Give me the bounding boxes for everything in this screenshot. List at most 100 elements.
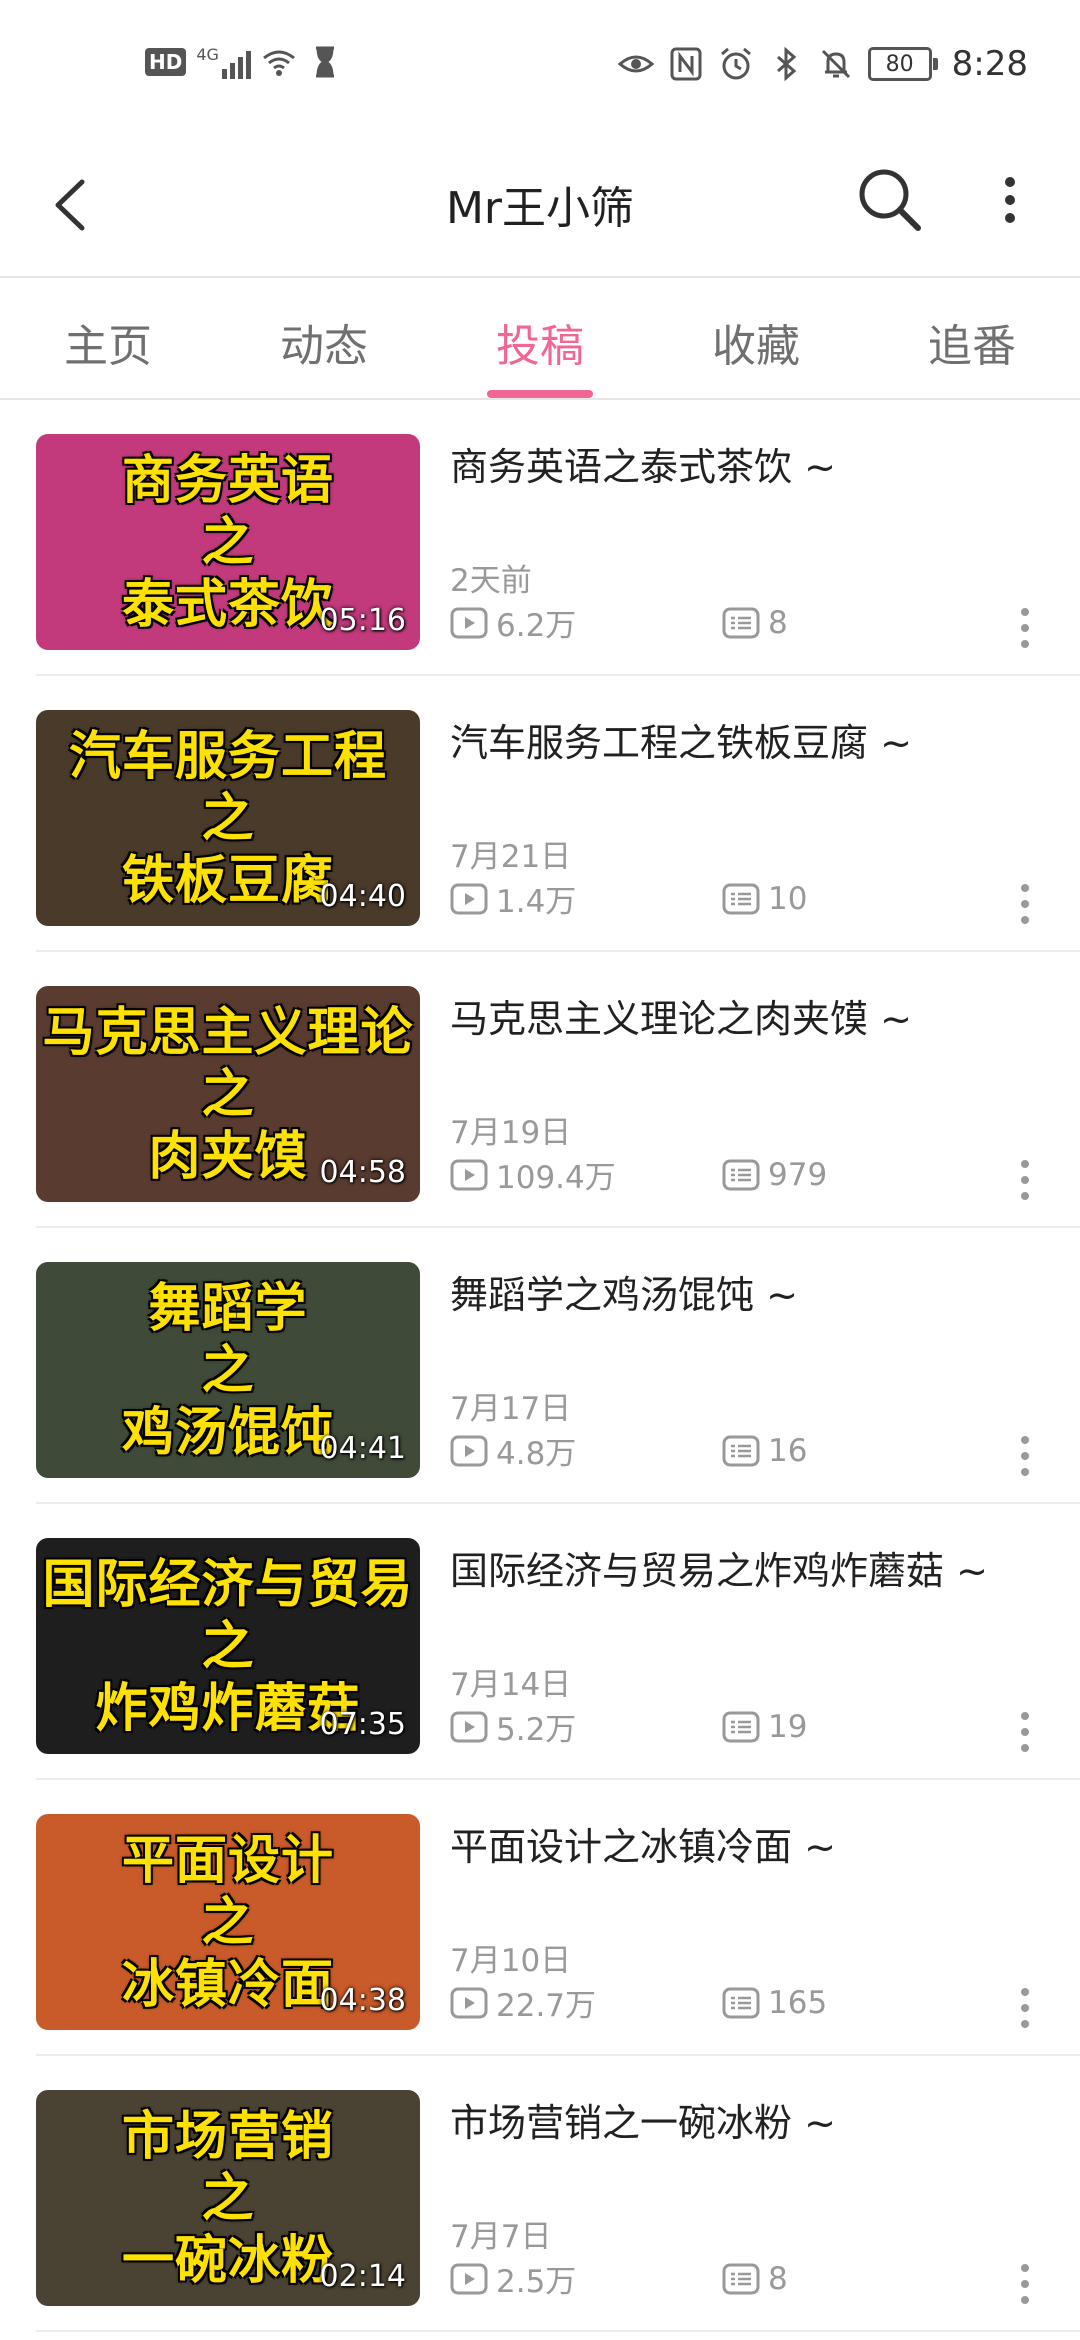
- caption-line: 之: [201, 1065, 255, 1125]
- caption-line: 之: [201, 1617, 255, 1677]
- play-count-icon: [450, 1987, 488, 2018]
- upload-date: 7月19日: [450, 1115, 572, 1151]
- video-thumbnail[interactable]: 市场营销 之 一碗冰粉 02:14: [36, 2090, 420, 2306]
- view-count: 5.2万: [496, 1712, 577, 1748]
- tab-home[interactable]: 主页: [28, 310, 188, 374]
- video-thumbnail[interactable]: 商务英语 之 泰式茶饮 05:16: [36, 434, 420, 650]
- more-options-icon[interactable]: [990, 160, 1030, 240]
- video-stats: 2.5万 8: [450, 2256, 788, 2301]
- item-more-icon[interactable]: [1010, 876, 1040, 932]
- caption-line: 市场营销: [121, 2107, 334, 2167]
- upload-date: 7月14日: [450, 1667, 572, 1703]
- app-header: Mr王小筛: [0, 130, 1080, 278]
- view-count: 6.2万: [496, 608, 577, 644]
- video-list-item[interactable]: 市场营销 之 一碗冰粉 02:14 市场营销之一碗冰粉 ~ 7月7日 2.5万 …: [0, 2056, 1080, 2332]
- comment-count-icon: [722, 1987, 760, 2018]
- caption-line: 马克思主义理论: [42, 1003, 414, 1063]
- caption-line: 商务英语: [121, 451, 334, 511]
- video-title[interactable]: 市场营销之一碗冰粉 ~: [450, 2092, 836, 2147]
- video-thumbnail[interactable]: 舞蹈学 之 鸡汤馄饨 04:41: [36, 1262, 420, 1478]
- caption-line: 国际经济与贸易: [42, 1555, 414, 1615]
- video-title[interactable]: 商务英语之泰式茶饮 ~: [450, 436, 836, 491]
- video-stats: 22.7万 165: [450, 1980, 827, 2025]
- play-count-icon: [450, 1159, 488, 1190]
- caption-line: 之: [201, 1893, 255, 1953]
- search-icon[interactable]: [850, 160, 930, 240]
- play-count-icon: [450, 883, 488, 914]
- video-list: 商务英语 之 泰式茶饮 05:16 商务英语之泰式茶饮 ~ 2天前 6.2万 8: [0, 400, 1080, 2332]
- tab-bangumi[interactable]: 追番: [892, 310, 1052, 374]
- video-stats: 5.2万 19: [450, 1704, 807, 1749]
- profile-tabs: 主页 动态 投稿 收藏 追番: [0, 278, 1080, 400]
- item-more-icon[interactable]: [1010, 1980, 1040, 2036]
- caption-line: 平面设计: [121, 1831, 334, 1891]
- video-list-item[interactable]: 平面设计 之 冰镇冷面 04:38 平面设计之冰镇冷面 ~ 7月10日 22.7…: [0, 1780, 1080, 2056]
- item-more-icon[interactable]: [1010, 1152, 1040, 1208]
- video-stats: 109.4万 979: [450, 1152, 827, 1197]
- item-more-icon[interactable]: [1010, 600, 1040, 656]
- tab-dynamics[interactable]: 动态: [244, 310, 404, 374]
- video-duration: 04:58: [319, 1155, 406, 1190]
- divider: [36, 2330, 1080, 2332]
- video-list-item[interactable]: 汽车服务工程 之 铁板豆腐 04:40 汽车服务工程之铁板豆腐 ~ 7月21日 …: [0, 676, 1080, 952]
- upload-date: 2天前: [450, 563, 532, 599]
- video-title[interactable]: 汽车服务工程之铁板豆腐 ~: [450, 712, 912, 767]
- video-stats: 6.2万 8: [450, 600, 788, 645]
- comment-count: 16: [768, 1432, 808, 1469]
- video-thumbnail[interactable]: 国际经济与贸易 之 炸鸡炸蘑菇 07:35: [36, 1538, 420, 1754]
- wifi-icon: [262, 50, 295, 76]
- video-duration: 02:14: [319, 2259, 406, 2294]
- mute-bell-icon: [821, 49, 850, 79]
- video-title[interactable]: 平面设计之冰镇冷面 ~: [450, 1816, 836, 1871]
- video-list-item[interactable]: 马克思主义理论 之 肉夹馍 04:58 马克思主义理论之肉夹馍 ~ 7月19日 …: [0, 952, 1080, 1228]
- network-label: 4G: [196, 45, 219, 64]
- upload-date: 7月17日: [450, 1391, 572, 1427]
- caption-line: 之: [201, 2169, 255, 2229]
- tab-favorites[interactable]: 收藏: [676, 310, 836, 374]
- view-count: 109.4万: [496, 1160, 616, 1196]
- comment-count-icon: [722, 1435, 760, 1466]
- tab-uploads[interactable]: 投稿: [460, 310, 620, 374]
- video-thumbnail[interactable]: 马克思主义理论 之 肉夹馍 04:58: [36, 986, 420, 1202]
- comment-count-icon: [722, 1711, 760, 1742]
- caption-line: 之: [201, 1341, 255, 1401]
- signal-icon: 4G: [196, 45, 251, 79]
- caption-line: 舞蹈学: [148, 1279, 308, 1339]
- item-more-icon[interactable]: [1010, 1704, 1040, 1760]
- play-count-icon: [450, 607, 488, 638]
- video-stats: 1.4万 10: [450, 876, 807, 921]
- video-thumbnail[interactable]: 平面设计 之 冰镇冷面 04:38: [36, 1814, 420, 2030]
- upload-date: 7月10日: [450, 1943, 572, 1979]
- comment-count-icon: [722, 883, 760, 914]
- play-count-icon: [450, 1435, 488, 1466]
- active-tab-indicator: [487, 390, 593, 398]
- upload-date: 7月21日: [450, 839, 572, 875]
- status-left: HD 4G: [145, 44, 343, 80]
- video-list-item[interactable]: 国际经济与贸易 之 炸鸡炸蘑菇 07:35 国际经济与贸易之炸鸡炸蘑菇 ~ 7月…: [0, 1504, 1080, 1780]
- video-list-item[interactable]: 舞蹈学 之 鸡汤馄饨 04:41 舞蹈学之鸡汤馄饨 ~ 7月17日 4.8万 1…: [0, 1228, 1080, 1504]
- alarm-icon: [720, 47, 751, 80]
- view-count: 4.8万: [496, 1436, 577, 1472]
- comment-count: 19: [768, 1708, 808, 1745]
- nfc-icon: [670, 47, 702, 81]
- battery-icon: 80: [867, 47, 938, 81]
- video-title[interactable]: 国际经济与贸易之炸鸡炸蘑菇 ~: [450, 1540, 988, 1595]
- caption-line: 汽车服务工程: [68, 727, 387, 787]
- video-title[interactable]: 舞蹈学之鸡汤馄饨 ~: [450, 1264, 798, 1319]
- video-title[interactable]: 马克思主义理论之肉夹馍 ~: [450, 988, 912, 1043]
- eye-icon: [617, 55, 654, 73]
- comment-count-icon: [722, 607, 760, 638]
- upload-date: 7月7日: [450, 2219, 552, 2255]
- view-count: 22.7万: [496, 1988, 597, 2024]
- play-count-icon: [450, 1711, 488, 1742]
- video-list-item[interactable]: 商务英语 之 泰式茶饮 05:16 商务英语之泰式茶饮 ~ 2天前 6.2万 8: [0, 400, 1080, 676]
- video-duration: 05:16: [319, 603, 406, 638]
- caption-line: 之: [201, 513, 255, 573]
- status-bar: HD 4G 80 8:28: [0, 0, 1080, 130]
- item-more-icon[interactable]: [1010, 1428, 1040, 1484]
- comment-count-icon: [722, 2263, 760, 2294]
- comment-count: 10: [768, 880, 808, 917]
- item-more-icon[interactable]: [1010, 2256, 1040, 2312]
- video-thumbnail[interactable]: 汽车服务工程 之 铁板豆腐 04:40: [36, 710, 420, 926]
- bluetooth-icon: [776, 46, 796, 82]
